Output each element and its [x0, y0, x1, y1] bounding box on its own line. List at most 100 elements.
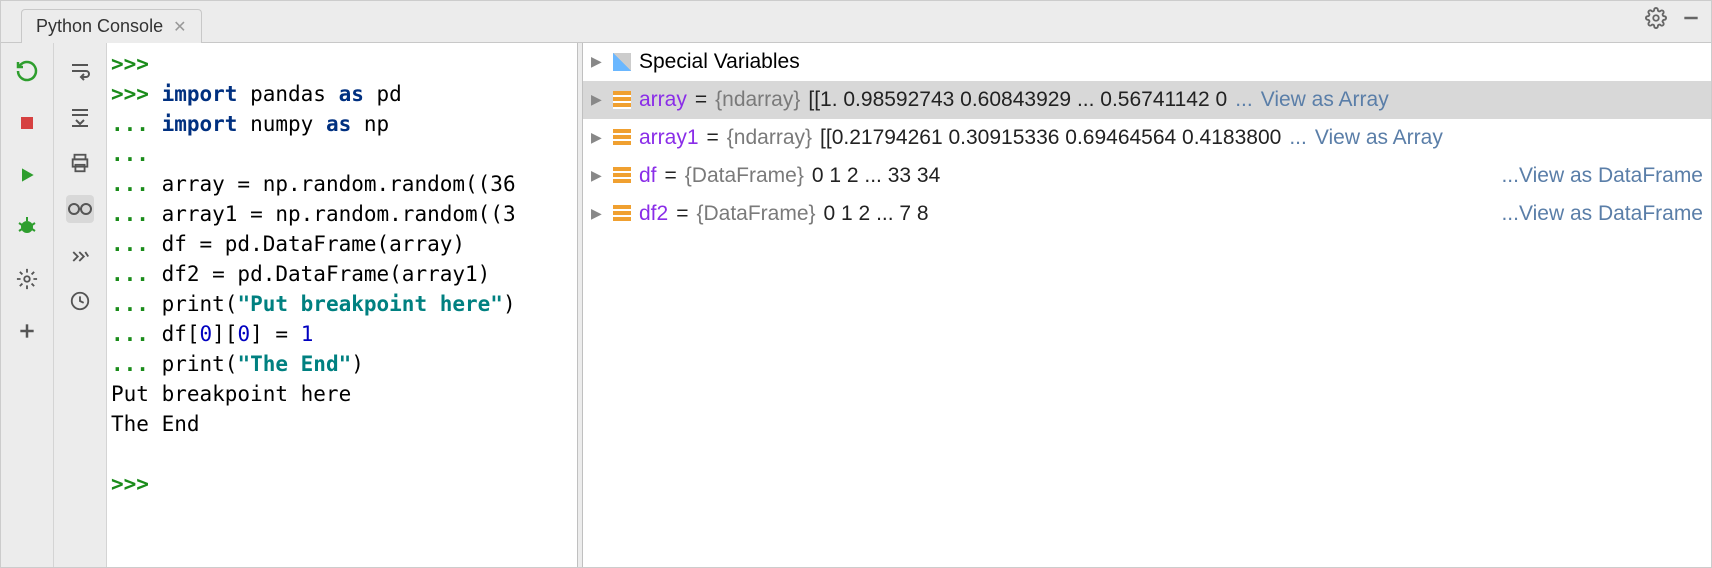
kw-import: import: [162, 82, 238, 106]
continuation: ...: [111, 142, 162, 166]
continuation: ...: [111, 202, 162, 226]
soft-wrap-icon[interactable]: [66, 57, 94, 85]
output-line: Put breakpoint here: [111, 382, 351, 406]
ellipsis: ...: [1501, 202, 1519, 225]
var-row-array[interactable]: array = {ndarray} [[1. 0.98592743 0.6084…: [583, 81, 1711, 119]
equals: =: [695, 88, 707, 112]
console-output[interactable]: >>> >>> import pandas as pd ... import n…: [107, 43, 577, 567]
code-text: df2 = pd.DataFrame(array1): [162, 262, 491, 286]
show-variables-icon[interactable]: [66, 195, 94, 223]
chevron-right-icon[interactable]: [591, 129, 605, 146]
chevron-right-icon[interactable]: [591, 53, 605, 70]
dataframe-icon: [613, 167, 631, 185]
output-line: The End: [111, 412, 200, 436]
run-icon[interactable]: [13, 161, 41, 189]
kw-as: as: [326, 112, 351, 136]
code-text: print(: [162, 292, 238, 316]
number-literal: 0: [200, 322, 213, 346]
code-text: ): [503, 292, 516, 316]
stop-icon[interactable]: [13, 109, 41, 137]
var-value: 0 1 2 ... 7 8: [824, 202, 929, 226]
ellipsis: ...: [1501, 164, 1519, 187]
code-text: ][: [212, 322, 237, 346]
panel-body: >>> >>> import pandas as pd ... import n…: [1, 43, 1711, 567]
equals: =: [665, 164, 677, 188]
python-console-window: Python Console ✕: [0, 0, 1712, 568]
var-row-array1[interactable]: array1 = {ndarray} [[0.21794261 0.309153…: [583, 119, 1711, 157]
variables-panel: Special Variables array = {ndarray} [[1.…: [583, 43, 1711, 567]
left-toolbar-1: [1, 43, 54, 567]
var-row-df2[interactable]: df2 = {DataFrame} 0 1 2 ... 7 8 ...View …: [583, 195, 1711, 233]
view-as-array-link[interactable]: View as Array: [1315, 126, 1443, 150]
tab-python-console[interactable]: Python Console ✕: [21, 9, 202, 43]
settings-icon[interactable]: [13, 265, 41, 293]
var-row-special[interactable]: Special Variables: [583, 43, 1711, 81]
gear-icon[interactable]: [1645, 7, 1667, 29]
chevron-right-icon[interactable]: [591, 91, 605, 108]
code-text: pd: [364, 82, 402, 106]
var-row-df[interactable]: df = {DataFrame} 0 1 2 ... 33 34 ...View…: [583, 157, 1711, 195]
chevron-right-icon[interactable]: [591, 205, 605, 222]
var-type: {DataFrame}: [685, 164, 804, 188]
code-text: array1 = np.random.random((3: [162, 202, 516, 226]
close-icon[interactable]: ✕: [173, 17, 186, 37]
tabbar-actions: [1645, 7, 1701, 29]
number-literal: 0: [237, 322, 250, 346]
continuation: ...: [111, 112, 162, 136]
minimize-icon[interactable]: [1681, 8, 1701, 28]
rerun-icon[interactable]: [13, 57, 41, 85]
code-text: df[: [162, 322, 200, 346]
tab-bar: Python Console ✕: [1, 1, 1711, 43]
continuation: ...: [111, 292, 162, 316]
output-line: [111, 442, 124, 466]
var-value: [[1. 0.98592743 0.60843929 ... 0.5674114…: [808, 88, 1227, 112]
continuation: ...: [111, 352, 162, 376]
prompt: >>>: [111, 472, 162, 496]
view-as-dataframe-link[interactable]: ...View as DataFrame: [1501, 164, 1703, 188]
chevron-right-icon[interactable]: [591, 167, 605, 184]
string-literal: "Put breakpoint here": [237, 292, 503, 316]
special-vars-icon: [613, 53, 631, 71]
code-text: np: [351, 112, 389, 136]
kw-as: as: [339, 82, 364, 106]
debug-icon[interactable]: [13, 213, 41, 241]
var-value: [[0.21794261 0.30915336 0.69464564 0.418…: [820, 126, 1281, 150]
code-text: array = np.random.random((36: [162, 172, 516, 196]
continuation: ...: [111, 232, 162, 256]
link-text: View as DataFrame: [1519, 202, 1703, 225]
history-icon[interactable]: [66, 241, 94, 269]
code-text: ): [351, 352, 364, 376]
var-name: array: [639, 88, 687, 112]
prompt: >>>: [111, 82, 162, 106]
ellipsis: ...: [1289, 126, 1307, 150]
browse-history-icon[interactable]: [66, 287, 94, 315]
var-label: Special Variables: [639, 50, 800, 74]
var-name: df2: [639, 202, 668, 226]
view-as-dataframe-link[interactable]: ...View as DataFrame: [1501, 202, 1703, 226]
array-icon: [613, 129, 631, 147]
code-text: numpy: [237, 112, 326, 136]
left-toolbar-2: [54, 43, 107, 567]
prompt: >>>: [111, 52, 162, 76]
print-icon[interactable]: [66, 149, 94, 177]
number-literal: 1: [301, 322, 314, 346]
ellipsis: ...: [1235, 88, 1253, 112]
new-console-icon[interactable]: [13, 317, 41, 345]
kw-import: import: [162, 112, 238, 136]
equals: =: [676, 202, 688, 226]
var-value: 0 1 2 ... 33 34: [812, 164, 940, 188]
link-text: View as DataFrame: [1519, 164, 1703, 187]
continuation: ...: [111, 322, 162, 346]
var-name: array1: [639, 126, 699, 150]
code-text: print(: [162, 352, 238, 376]
view-as-array-link[interactable]: View as Array: [1261, 88, 1389, 112]
scroll-end-icon[interactable]: [66, 103, 94, 131]
var-type: {DataFrame}: [696, 202, 815, 226]
array-icon: [613, 91, 631, 109]
var-type: {ndarray}: [715, 88, 800, 112]
equals: =: [707, 126, 719, 150]
continuation: ...: [111, 172, 162, 196]
code-text: pandas: [237, 82, 338, 106]
var-name: df: [639, 164, 657, 188]
var-type: {ndarray}: [727, 126, 812, 150]
